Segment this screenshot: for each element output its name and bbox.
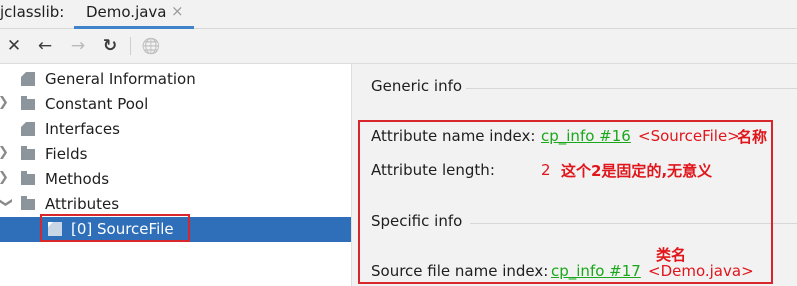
tree-item-label: Methods [45,170,110,188]
folder-icon [21,146,35,160]
attribute-details-highlight-box [358,120,773,284]
folder-icon [21,96,35,110]
tree-item-label: Constant Pool [45,95,149,113]
page-icon [21,72,35,86]
forward-arrow-icon[interactable]: → [67,35,89,57]
refresh-icon[interactable]: ↻ [99,35,121,57]
structure-tree: General Information ❯ Constant Pool Inte… [0,64,352,286]
tab-demo-java[interactable]: Demo.java × [74,0,194,29]
tree-item-label: Attributes [45,195,120,213]
tree-item-label: Fields [45,145,88,163]
tab-label: Demo.java [86,3,167,21]
back-arrow-icon[interactable]: ← [34,35,56,57]
section-divider [466,88,797,89]
generic-info-title: Generic info [371,77,463,95]
tree-item-general-information[interactable]: General Information [0,67,351,92]
folder-icon [21,196,35,210]
close-tab-icon[interactable]: × [171,2,184,20]
tree-item-label: Interfaces [45,120,120,138]
tree-item-constant-pool[interactable]: ❯ Constant Pool [0,92,351,117]
chevron-right-icon[interactable]: ❯ [0,145,9,160]
chevron-right-icon[interactable]: ❯ [0,170,9,185]
tree-item-methods[interactable]: ❯ Methods [0,167,351,192]
chevron-right-icon[interactable]: ❯ [0,95,9,110]
close-icon[interactable]: ✕ [3,35,25,57]
tree-item-label: General Information [45,70,196,88]
tree-item-interfaces[interactable]: Interfaces [0,117,351,142]
tool-window-title: jclasslib: [0,3,65,21]
tree-item-fields[interactable]: ❯ Fields [0,142,351,167]
toolbar-separator [130,37,131,55]
folder-icon [21,171,35,185]
globe-icon[interactable]: 🌐 [140,35,162,57]
toolbar: ✕ ← → ↻ 🌐 [0,29,797,64]
chevron-down-icon[interactable]: ❯ [0,197,13,208]
selection-highlight-box [40,214,190,242]
page-icon [21,122,35,136]
editor-tab-strip: jclasslib: Demo.java × [0,0,797,29]
